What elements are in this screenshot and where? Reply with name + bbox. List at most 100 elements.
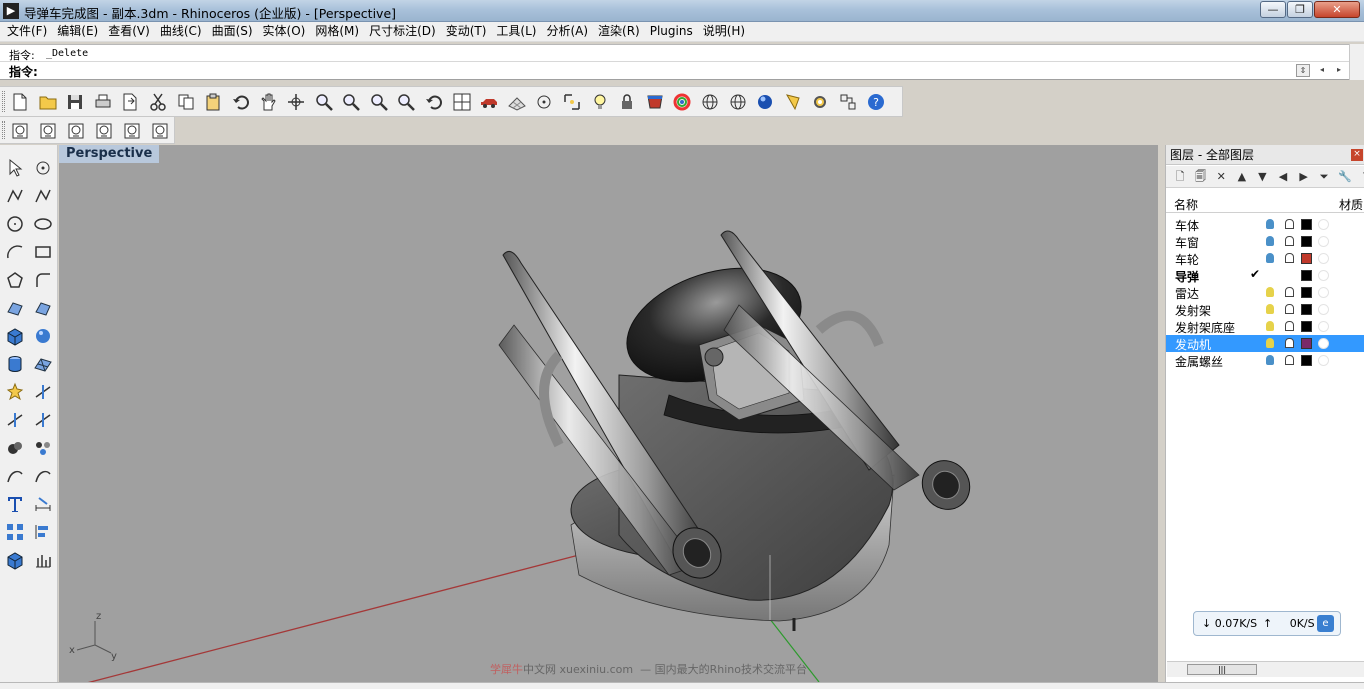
trim-icon[interactable]	[31, 380, 55, 404]
point-icon[interactable]	[31, 156, 55, 180]
layer-name[interactable]: 发射架	[1175, 302, 1211, 319]
move-up-icon[interactable]: ▲	[1234, 169, 1250, 185]
layer-name[interactable]: 车轮	[1175, 251, 1199, 268]
command-scrollbar[interactable]	[1349, 44, 1364, 80]
menu-item[interactable]: 曲面(S)	[207, 22, 258, 42]
lightbulb-icon[interactable]	[1266, 219, 1274, 229]
maximize-button[interactable]: ❐	[1287, 1, 1313, 18]
ellipse-icon[interactable]	[31, 212, 55, 236]
circle-icon[interactable]	[3, 212, 27, 236]
rotate-view-icon[interactable]	[285, 91, 307, 113]
rendered-sphere-icon[interactable]	[754, 91, 776, 113]
viewport-b-icon[interactable]	[37, 120, 59, 142]
layer-row[interactable]: 金属螺丝	[1166, 352, 1364, 369]
layer-name[interactable]: 导弹	[1175, 268, 1199, 285]
tools-icon[interactable]: 🔧	[1337, 169, 1353, 185]
viewport-d-icon[interactable]	[93, 120, 115, 142]
unlock-icon[interactable]	[1285, 287, 1294, 297]
menu-item[interactable]: 渲染(R)	[593, 22, 645, 42]
unlock-icon[interactable]	[1285, 338, 1294, 348]
solid-box-icon[interactable]	[3, 548, 27, 572]
paste-icon[interactable]	[202, 91, 224, 113]
column-name[interactable]: 名称	[1174, 196, 1198, 213]
viewport-e-icon[interactable]	[121, 120, 143, 142]
undo-view-icon[interactable]	[423, 91, 445, 113]
menu-item[interactable]: 实体(O)	[258, 22, 311, 42]
material-swatch[interactable]	[1318, 236, 1329, 247]
menu-item[interactable]: Plugins	[645, 22, 698, 42]
layer-color-swatch[interactable]	[1301, 304, 1312, 315]
explode-icon[interactable]	[3, 380, 27, 404]
layer-row[interactable]: 车体	[1166, 216, 1364, 233]
layer-row[interactable]: 发动机	[1166, 335, 1364, 352]
layer-row[interactable]: 发射架底座	[1166, 318, 1364, 335]
unlock-icon[interactable]	[1285, 304, 1294, 314]
undo-icon[interactable]	[230, 91, 252, 113]
render-icon[interactable]	[782, 91, 804, 113]
close-icon[interactable]: ×	[1351, 149, 1363, 161]
zoom-window-icon[interactable]	[340, 91, 362, 113]
select-filter-icon[interactable]	[837, 91, 859, 113]
zoom-extents-icon[interactable]	[368, 91, 390, 113]
align-icon[interactable]	[31, 520, 55, 544]
layer-row[interactable]: 发射架	[1166, 301, 1364, 318]
print-icon[interactable]	[92, 91, 114, 113]
close-button[interactable]: ✕	[1314, 1, 1360, 18]
move-left-icon[interactable]: ◀	[1275, 169, 1291, 185]
unlock-icon[interactable]	[1285, 219, 1294, 229]
layer-row[interactable]: 车轮	[1166, 250, 1364, 267]
color-wheel-icon[interactable]	[671, 91, 693, 113]
layer-name[interactable]: 发射架底座	[1175, 319, 1235, 336]
lightbulb-icon[interactable]	[1266, 304, 1274, 314]
layer-name[interactable]: 发动机	[1175, 336, 1211, 353]
lightbulb-icon[interactable]	[1266, 321, 1274, 331]
mesh-plane-icon[interactable]	[31, 352, 55, 376]
open-file-icon[interactable]	[37, 91, 59, 113]
zoom-icon[interactable]	[313, 91, 335, 113]
layer-color-swatch[interactable]	[1301, 355, 1312, 366]
offset-icon[interactable]	[31, 464, 55, 488]
material-icon[interactable]	[644, 91, 666, 113]
scroll-up-down-icon[interactable]: ⇕	[1296, 64, 1310, 77]
toolbar-grip[interactable]	[2, 121, 5, 139]
lightbulb-icon[interactable]	[1266, 355, 1274, 365]
arc-icon[interactable]	[3, 240, 27, 264]
filter-icon[interactable]: ⏷	[1316, 169, 1332, 185]
lock-icon[interactable]	[616, 91, 638, 113]
material-swatch[interactable]	[1318, 355, 1329, 366]
save-icon[interactable]	[64, 91, 86, 113]
menu-item[interactable]: 查看(V)	[103, 22, 155, 42]
menu-item[interactable]: 说明(H)	[698, 22, 750, 42]
boolean-union-icon[interactable]	[3, 436, 27, 460]
layer-color-swatch[interactable]	[1301, 321, 1312, 332]
menu-item[interactable]: 编辑(E)	[52, 22, 103, 42]
layer-row[interactable]: 导弹 ✔	[1166, 267, 1364, 284]
osnap-icon[interactable]	[533, 91, 555, 113]
layer-row[interactable]: 雷达	[1166, 284, 1364, 301]
viewport-a-icon[interactable]	[9, 120, 31, 142]
material-swatch[interactable]	[1318, 219, 1329, 230]
missile-vehicle-model[interactable]	[498, 230, 979, 631]
select-arrow-icon[interactable]	[3, 156, 27, 180]
material-swatch[interactable]	[1318, 321, 1329, 332]
menu-item[interactable]: 工具(L)	[491, 22, 541, 42]
new-layer-icon[interactable]: 🗋	[1172, 169, 1188, 185]
browser-icon[interactable]: e	[1317, 615, 1334, 632]
cylinder-icon[interactable]	[3, 352, 27, 376]
material-swatch[interactable]	[1318, 287, 1329, 298]
surface-icon[interactable]	[3, 296, 27, 320]
layer-color-swatch[interactable]	[1301, 338, 1312, 349]
menu-item[interactable]: 文件(F)	[0, 22, 52, 42]
dimension-icon[interactable]	[31, 492, 55, 516]
blend-curve-icon[interactable]	[3, 464, 27, 488]
layer-name[interactable]: 车体	[1175, 217, 1199, 234]
extend-icon[interactable]	[31, 408, 55, 432]
new-sublayer-icon[interactable]: 🗐	[1193, 169, 1209, 185]
options-gear-icon[interactable]	[809, 91, 831, 113]
layer-name[interactable]: 雷达	[1175, 285, 1199, 302]
layer-color-swatch[interactable]	[1301, 253, 1312, 264]
loft-icon[interactable]	[31, 296, 55, 320]
rectangle-icon[interactable]	[31, 240, 55, 264]
menu-item[interactable]: 分析(A)	[541, 22, 593, 42]
unlock-icon[interactable]	[1285, 355, 1294, 365]
